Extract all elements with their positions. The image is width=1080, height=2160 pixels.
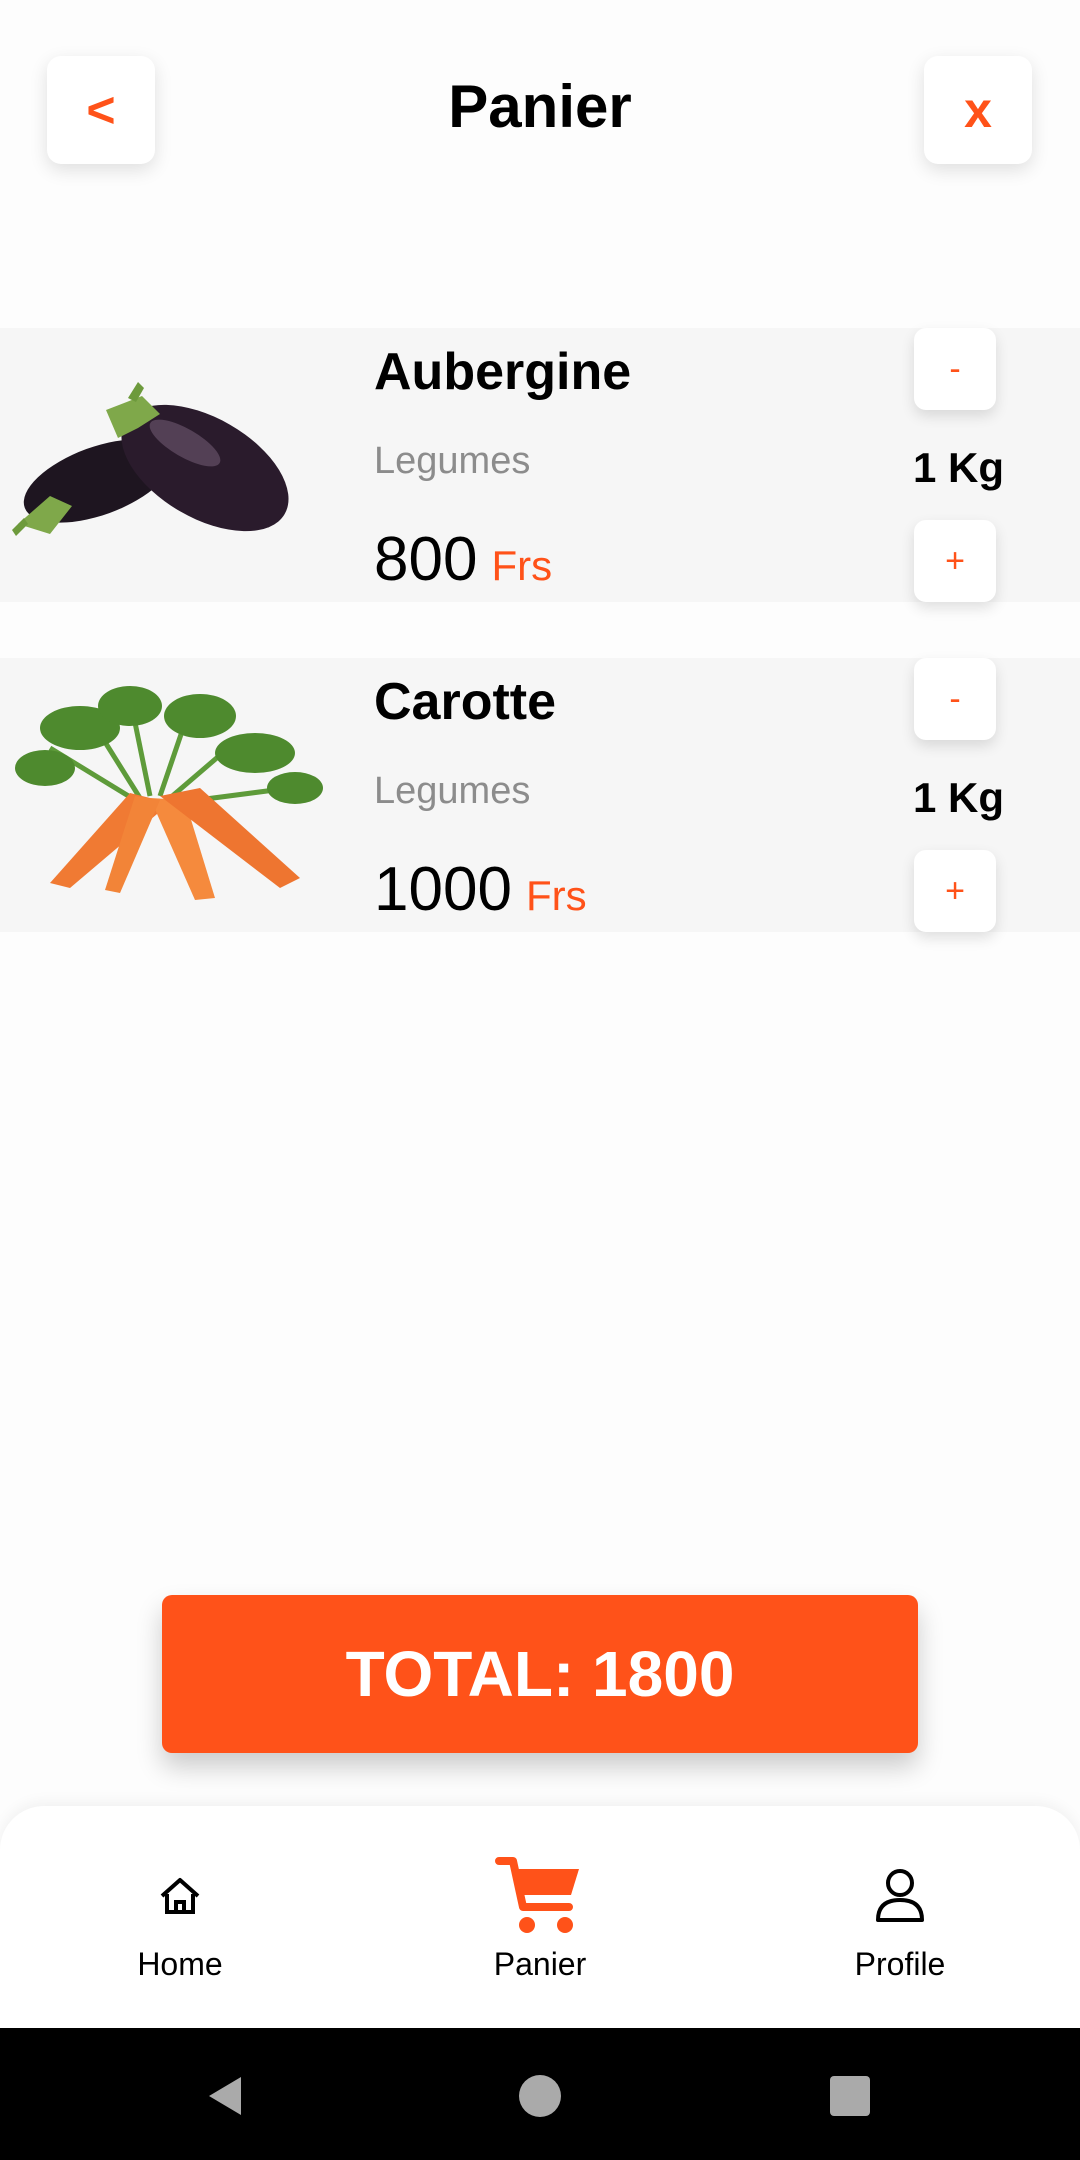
item-name: Aubergine <box>374 343 632 401</box>
profile-icon <box>720 1846 1080 1946</box>
nav-item-profile[interactable]: Profile <box>720 1806 1080 2028</box>
nav-label-profile: Profile <box>854 1946 946 1982</box>
item-category: Legumes <box>374 770 531 812</box>
aubergine-image <box>12 382 289 536</box>
bottom-nav: Home Panier Profile <box>0 1806 1080 2028</box>
close-button[interactable]: x <box>924 56 1032 164</box>
nav-item-panier[interactable]: Panier <box>360 1806 720 2028</box>
decrease-quantity-button[interactable]: - <box>914 658 996 740</box>
increase-quantity-button[interactable]: + <box>914 850 996 932</box>
total-button[interactable]: TOTAL: 1800 <box>162 1595 918 1753</box>
close-icon: x <box>964 82 992 138</box>
system-home-icon[interactable] <box>500 2056 580 2136</box>
system-back-icon[interactable] <box>186 2056 266 2136</box>
cart-item-carotte: Carotte Legumes 1000 Frs - 1 Kg + <box>0 658 1080 932</box>
system-recents-icon[interactable] <box>810 2056 890 2136</box>
nav-label-panier: Panier <box>493 1946 587 1982</box>
minus-icon: - <box>949 679 961 718</box>
price-currency: Frs <box>525 872 587 919</box>
system-nav-bar <box>0 2028 1080 2160</box>
quantity-value: 1 Kg <box>912 444 1004 491</box>
item-name: Carotte <box>374 673 557 731</box>
plus-icon: + <box>945 871 965 910</box>
quantity-value: 1 Kg <box>912 774 1004 821</box>
app-header: < Panier x <box>0 0 1080 230</box>
plus-icon: + <box>945 541 965 580</box>
home-icon <box>0 1846 360 1946</box>
increase-quantity-button[interactable]: + <box>914 520 996 602</box>
page-title: Panier <box>448 73 632 140</box>
price-currency: Frs <box>491 542 553 589</box>
minus-icon: - <box>949 349 961 388</box>
item-price: 1000 Frs <box>374 854 587 925</box>
item-category: Legumes <box>374 440 531 482</box>
cart-item-aubergine: Aubergine Legumes 800 Frs - 1 Kg + <box>0 328 1080 602</box>
price-value: 1000 <box>374 855 512 924</box>
carrot-image <box>15 686 323 900</box>
decrease-quantity-button[interactable]: - <box>914 328 996 410</box>
cart-icon <box>360 1846 720 1946</box>
item-price: 800 Frs <box>374 524 552 595</box>
nav-label-home: Home <box>137 1946 223 1982</box>
price-value: 800 <box>374 525 478 594</box>
nav-item-home[interactable]: Home <box>0 1806 360 2028</box>
